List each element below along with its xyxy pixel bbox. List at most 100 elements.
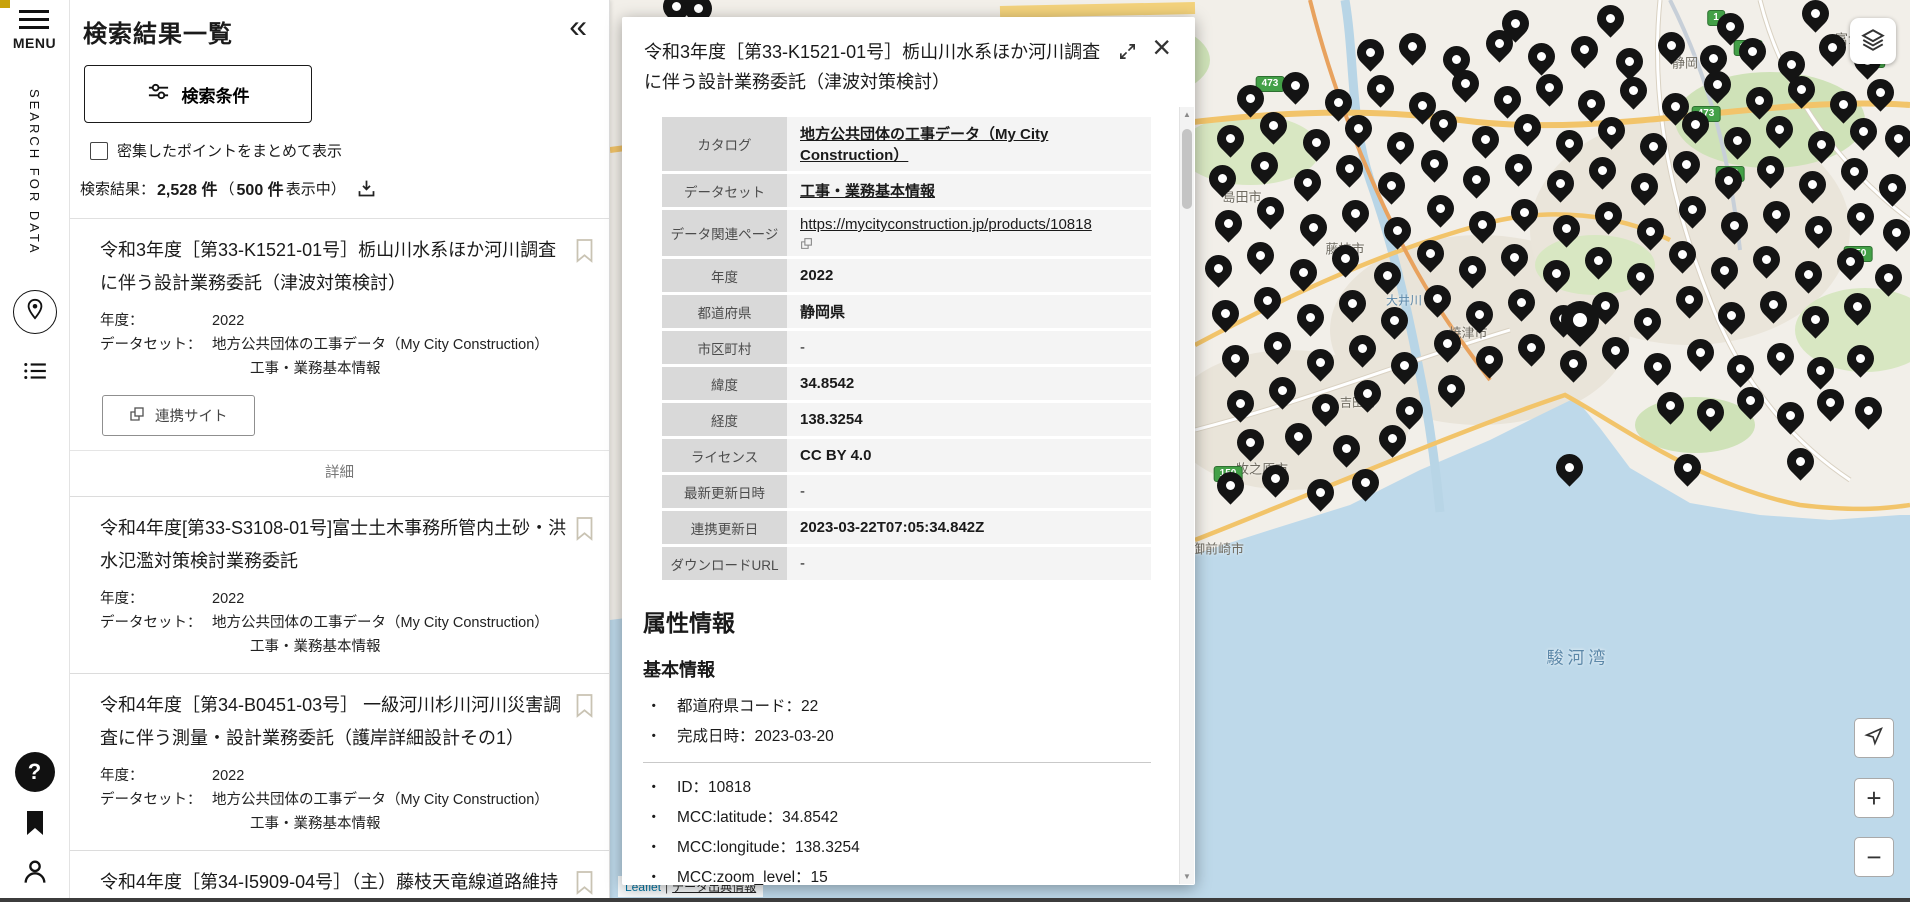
- zoom-in-button[interactable]: +: [1854, 778, 1894, 818]
- year-value: 2022: [212, 768, 245, 784]
- result-title[interactable]: 令和4年度［第34-I5909-04号］（主）藤枝天竜線道路維持（災害調査費）に…: [100, 866, 574, 902]
- download-results-button[interactable]: [356, 178, 377, 199]
- app-root: 静岡富士島田市藤枝市焼津市吉田町牧之原市御前崎市大井川駿河湾1150473362…: [0, 0, 1910, 902]
- result-title[interactable]: 令和4年度［第34-B0451-03号］ 一級河川杉川河川災害調査に伴う測量・設…: [100, 689, 574, 755]
- corner-accent: [0, 0, 10, 8]
- result-title[interactable]: 令和4年度[第33-S3108-01号]富士土木事務所管内土砂・洪水氾濫対策検討…: [100, 512, 574, 578]
- field-value-text: -: [800, 339, 805, 356]
- field-label: データ関連ページ: [662, 210, 787, 256]
- detail-info-list: ID：10818MCC:latitude：34.8542MCC:longitud…: [646, 773, 1151, 885]
- result-item[interactable]: 令和4年度[第33-S3108-01号]富士土木事務所管内土砂・洪水氾濫対策検討…: [70, 497, 609, 674]
- result-item[interactable]: 令和3年度［第33-K1521-01号］栃山川水系ほか河川調査に伴う設計業務委託…: [70, 219, 609, 497]
- user-account-button[interactable]: [21, 857, 49, 890]
- field-value: 2023-03-22T07:05:34.842Z: [787, 511, 1151, 544]
- hamburger-icon: [19, 10, 50, 29]
- field-label: 経度: [662, 403, 787, 436]
- field-value: -: [787, 475, 1151, 508]
- cluster-toggle-row[interactable]: 密集したポイントをまとめて表示: [90, 140, 593, 161]
- help-label: ?: [27, 759, 42, 784]
- window-bottom-edge: [0, 898, 1910, 902]
- layers-button[interactable]: [1850, 18, 1896, 64]
- bookmark-toggle-icon[interactable]: [574, 869, 595, 901]
- close-modal-button[interactable]: ×: [1152, 31, 1171, 63]
- field-value-text[interactable]: 地方公共団体の工事データ（My City Construction）: [800, 123, 1138, 165]
- bookmarks-button[interactable]: [23, 808, 47, 843]
- dataset-label: データセット：: [100, 337, 202, 353]
- field-value-text: -: [800, 483, 805, 500]
- field-value: 地方公共団体の工事データ（My City Construction）: [787, 117, 1151, 171]
- result-meta: 年度： 2022 データセット： 地方公共団体の工事データ（My City Const…: [100, 587, 595, 659]
- dataset-value: 地方公共団体の工事データ（My City Construction） 工事・業務基…: [212, 792, 549, 832]
- search-results-panel: 検索結果一覧 « 検索条件 密集したポイントをまとめて表示 検索結果： 2,52…: [70, 0, 610, 902]
- field-value: 静岡県: [787, 295, 1151, 328]
- modal-title: 令和3年度［第33-K1521-01号］栃山川水系ほか河川調査に伴う設計業務委託…: [644, 42, 1101, 92]
- field-label: ダウンロードURL: [662, 547, 787, 580]
- map-search-tab[interactable]: [12, 289, 57, 334]
- external-link-icon: [129, 406, 145, 426]
- menu-button[interactable]: MENU: [13, 10, 56, 51]
- cluster-checkbox[interactable]: [90, 141, 108, 160]
- field-label: 年度: [662, 259, 787, 292]
- field-label: ライセンス: [662, 439, 787, 472]
- basic-info-item: 完成日時：2023-03-20: [646, 722, 1151, 752]
- left-toolbar: MENU SEARCH FOR DATA ?: [0, 0, 70, 902]
- field-value-text[interactable]: 工事・業務基本情報: [800, 180, 1138, 201]
- menu-label: MENU: [12, 35, 57, 51]
- dataset-value: 地方公共団体の工事データ（My City Construction） 工事・業務基…: [212, 615, 549, 655]
- scroll-thumb[interactable]: [1182, 129, 1192, 209]
- result-title[interactable]: 令和3年度［第33-K1521-01号］栃山川水系ほか河川調査に伴う設計業務委託…: [100, 234, 574, 300]
- navigation-arrow-icon: [1863, 723, 1885, 754]
- copy-icon[interactable]: [800, 237, 1138, 250]
- year-value: 2022: [212, 591, 245, 607]
- scroll-down-arrow[interactable]: ▼: [1180, 869, 1194, 884]
- bookmark-icon: [23, 811, 47, 842]
- expand-modal-button[interactable]: [1118, 42, 1137, 66]
- bookmark-toggle-icon[interactable]: [574, 237, 595, 269]
- field-label: 都道府県: [662, 295, 787, 328]
- fullscreen-icon: [1118, 43, 1137, 65]
- person-icon: [21, 860, 49, 889]
- detail-toggle[interactable]: 詳細: [70, 450, 609, 482]
- search-conditions-label: 検索条件: [181, 86, 250, 106]
- zoom-out-button[interactable]: −: [1854, 837, 1894, 877]
- field-label: データセット: [662, 174, 787, 207]
- field-label: 市区町村: [662, 331, 787, 364]
- field-label: 最新更新日時: [662, 475, 787, 508]
- field-value: -: [787, 331, 1151, 364]
- dataset-label: データセット：: [100, 792, 202, 808]
- result-item[interactable]: 令和4年度［第34-I5909-04号］（主）藤枝天竜線道路維持（災害調査費）に…: [70, 851, 609, 902]
- result-item[interactable]: 令和4年度［第34-B0451-03号］ 一級河川杉川河川災害調査に伴う測量・設…: [70, 674, 609, 851]
- field-value-text[interactable]: https://mycityconstruction.jp/products/1…: [800, 216, 1138, 233]
- sliders-icon: [147, 80, 170, 108]
- field-label: 緯度: [662, 367, 787, 400]
- year-label: 年度：: [100, 313, 144, 329]
- field-value: 138.3254: [787, 403, 1151, 436]
- field-value-text: 34.8542: [800, 375, 855, 392]
- result-count-shown: 500 件: [236, 182, 284, 199]
- field-value: 2022: [787, 259, 1151, 292]
- help-button[interactable]: ?: [14, 752, 55, 792]
- locate-button[interactable]: [1854, 718, 1894, 758]
- year-value: 2022: [212, 313, 245, 329]
- field-value-text: -: [800, 555, 805, 572]
- map-label: 駿河湾: [1546, 648, 1610, 668]
- result-count: 検索結果： 2,528 件（500 件 表示中）: [80, 176, 593, 200]
- field-label: カタログ: [662, 117, 787, 171]
- linked-site-button[interactable]: 連携サイト: [102, 395, 255, 436]
- detail-info-item: MCC:latitude：34.8542: [646, 803, 1151, 833]
- basic-info-list: 都道府県コード：22完成日時：2023-03-20: [646, 692, 1151, 752]
- bookmark-toggle-icon[interactable]: [574, 692, 595, 724]
- collapse-panel-button[interactable]: «: [569, 10, 587, 42]
- results-list: 令和3年度［第33-K1521-01号］栃山川水系ほか河川調査に伴う設計業務委託…: [70, 219, 609, 902]
- modal-scrollbar[interactable]: ▲ ▼: [1179, 107, 1194, 884]
- field-value-text: 2023-03-22T07:05:34.842Z: [800, 519, 985, 536]
- cluster-checkbox-label: 密集したポイントをまとめて表示: [117, 143, 343, 160]
- list-view-button[interactable]: [22, 358, 48, 389]
- search-conditions-button[interactable]: 検索条件: [84, 65, 312, 123]
- bookmark-toggle-icon[interactable]: [574, 515, 595, 547]
- detail-modal: 令和3年度［第33-K1521-01号］栃山川水系ほか河川調査に伴う設計業務委託…: [622, 17, 1195, 885]
- search-for-data-label: SEARCH FOR DATA: [27, 89, 42, 256]
- scroll-up-arrow[interactable]: ▲: [1180, 107, 1194, 122]
- field-value-text: CC BY 4.0: [800, 447, 872, 464]
- panel-title: 検索結果一覧: [83, 21, 233, 48]
